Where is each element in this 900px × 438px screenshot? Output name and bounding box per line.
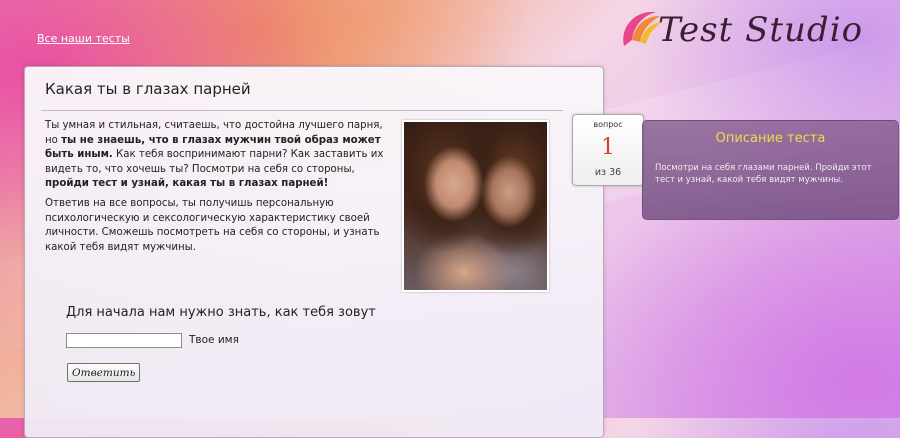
description-text: Посмотри на себя глазами парней. Пройди …	[655, 163, 872, 185]
logo[interactable]: Test Studio	[618, 6, 862, 50]
logo-text: Test Studio	[658, 10, 864, 50]
counter-label: вопрос	[593, 120, 623, 129]
test-photo	[402, 120, 549, 292]
intro-bold-2: пройди тест и узнай, какая ты в глазах п…	[45, 178, 329, 189]
counter-current: 1	[601, 135, 615, 160]
name-prompt: Для начала нам нужно знать, как тебя зов…	[66, 305, 376, 320]
name-input[interactable]	[66, 333, 182, 348]
test-title: Какая ты в глазах парней	[45, 80, 251, 98]
question-counter: вопрос 1 из 36	[572, 114, 644, 186]
name-label: Твое имя	[189, 334, 239, 346]
test-description-panel: Описание теста Посмотри на себя глазами …	[642, 120, 899, 220]
description-title: Описание теста	[715, 131, 826, 146]
submit-button[interactable]: Ответить	[67, 363, 141, 382]
all-tests-link[interactable]: Все наши тесты	[37, 32, 130, 45]
test-intro-panel: Какая ты в глазах парней Ты умная и стил…	[24, 66, 604, 438]
title-divider	[41, 110, 563, 111]
counter-total: из 36	[594, 167, 622, 178]
intro-paragraph-2: Ответив на все вопросы, ты получишь перс…	[45, 198, 380, 253]
intro-paragraph: Ты умная и стильная, считаешь, что досто…	[45, 119, 397, 192]
